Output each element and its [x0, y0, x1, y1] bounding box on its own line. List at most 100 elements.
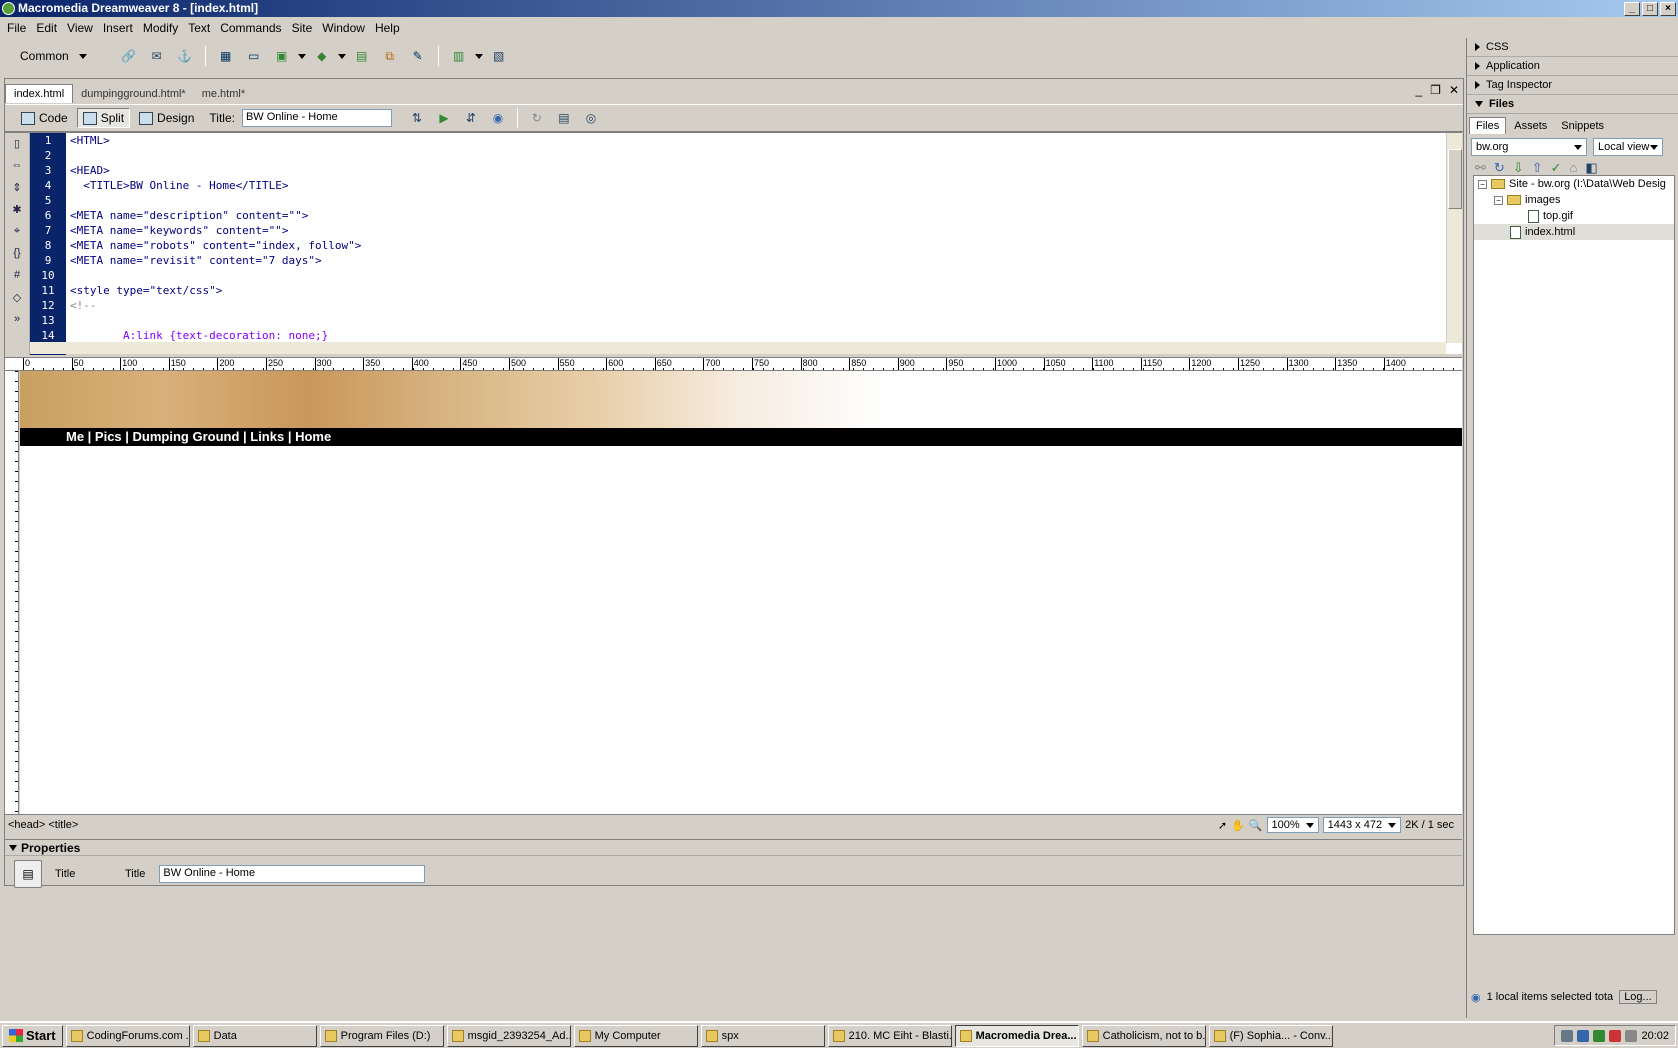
connect-icon[interactable]: ⚯ [1475, 160, 1486, 176]
menu-modify[interactable]: Modify [138, 21, 183, 35]
collapse-tag-icon[interactable]: ⇔ [8, 159, 26, 177]
design-view-button[interactable]: Design [133, 108, 200, 128]
taskbar-item[interactable]: Program Files (D:) [319, 1024, 444, 1047]
balance-braces-icon[interactable]: {} [8, 247, 26, 265]
maximize-button[interactable]: □ [1642, 2, 1658, 16]
code-view-button[interactable]: Code [15, 108, 74, 128]
taskbar-item[interactable]: spx [700, 1024, 825, 1047]
taskbar-item[interactable]: Catholicism, not to b... [1081, 1024, 1206, 1047]
design-pane[interactable]: Me | Pics | Dumping Ground | Links | Hom… [20, 371, 1462, 814]
scroll-thumb[interactable] [1448, 149, 1462, 209]
zoom-tool-icon[interactable]: 🔍 [1249, 819, 1263, 832]
highlight-invalid-icon[interactable]: ◇ [8, 291, 26, 309]
check-in-icon[interactable]: ⌂ [1570, 160, 1578, 176]
tab-snippets[interactable]: Snippets [1555, 118, 1610, 134]
expand-panel-icon[interactable]: ◧ [1585, 160, 1597, 176]
panel-tag-inspector[interactable]: Tag Inspector [1467, 76, 1678, 95]
tab-index-html[interactable]: index.html [5, 84, 74, 103]
refresh-icon[interactable]: ↻ [528, 109, 546, 127]
doc-restore-icon[interactable]: ❐ [1430, 83, 1441, 97]
zoom-select[interactable]: 100% [1266, 817, 1319, 833]
menu-text[interactable]: Text [183, 21, 215, 35]
split-view-button[interactable]: Split [76, 108, 131, 128]
view-options-icon[interactable]: ▤ [555, 109, 573, 127]
panel-application[interactable]: Application [1467, 57, 1678, 76]
navigation-links[interactable]: Me | Pics | Dumping Ground | Links | Hom… [66, 429, 331, 444]
taskbar-item[interactable]: 210. MC Eiht - Blasti... [827, 1024, 952, 1047]
hyperlink-icon[interactable]: 🔗 [120, 47, 138, 65]
tab-assets[interactable]: Assets [1508, 118, 1553, 134]
visual-aids-icon[interactable]: ◎ [582, 109, 600, 127]
index-html-node[interactable]: index.html [1474, 224, 1674, 240]
server-include-icon[interactable]: ⧉ [381, 47, 399, 65]
preview-browser-icon[interactable]: ▶ [435, 109, 453, 127]
taskbar-item[interactable]: My Computer [573, 1024, 698, 1047]
property-title-input[interactable]: BW Online - Home [159, 865, 426, 883]
check-out-icon[interactable]: ✓ [1551, 160, 1562, 176]
minimize-button[interactable]: _ [1624, 2, 1640, 16]
taskbar-item[interactable]: msgid_2393254_Ad... [446, 1024, 571, 1047]
document-title-input[interactable]: BW Online - Home [241, 109, 392, 127]
code-pane[interactable]: ▯ ⇔ ⇕ ✱ ⌖ {} # ◇ » 1 2 3 4 5 6 7 8 9 10 … [5, 132, 1462, 355]
start-button[interactable]: Start [2, 1024, 63, 1047]
expand-all-icon[interactable]: ✱ [8, 203, 26, 221]
antivirus-icon[interactable] [1593, 1029, 1606, 1042]
menu-view[interactable]: View [62, 21, 98, 35]
chevron-down-icon[interactable] [337, 53, 346, 59]
close-button[interactable]: × [1660, 2, 1676, 16]
tab-me-html[interactable]: me.html* [194, 85, 253, 103]
browser-check-icon[interactable]: ◉ [489, 109, 507, 127]
collapse-node-icon[interactable]: − [1494, 195, 1503, 205]
collapse-node-icon[interactable]: − [1478, 179, 1487, 189]
site-select[interactable]: bw.org [1471, 138, 1587, 156]
site-navigation[interactable]: Me | Pics | Dumping Ground | Links | Hom… [20, 428, 1462, 446]
menu-help[interactable]: Help [370, 21, 405, 35]
menu-file[interactable]: File [2, 21, 31, 35]
template-icon[interactable]: ▧ [490, 47, 508, 65]
alert-icon[interactable] [1609, 1029, 1622, 1042]
file-management-icon[interactable]: ⇅ [408, 109, 426, 127]
doc-minimize-icon[interactable]: _ [1415, 83, 1422, 97]
menu-insert[interactable]: Insert [98, 21, 138, 35]
chevron-down-icon[interactable] [474, 53, 483, 59]
media-icon[interactable]: ◆ [313, 47, 331, 65]
more-options-icon[interactable]: » [8, 313, 26, 331]
collapse-selection-icon[interactable]: ⇕ [8, 181, 26, 199]
insert-category-dropdown[interactable]: Common [14, 47, 93, 65]
pointer-tool-icon[interactable]: ➚ [1218, 819, 1227, 832]
top-gif-node[interactable]: top.gif [1474, 208, 1674, 224]
refresh-icon[interactable]: ↻ [1494, 160, 1505, 176]
log-button[interactable]: Log... [1619, 990, 1657, 1004]
taskbar-item[interactable]: (F) Sophia... - Conv... [1208, 1024, 1333, 1047]
view-select[interactable]: Local view [1593, 138, 1663, 156]
code-vertical-scrollbar[interactable] [1446, 133, 1462, 343]
date-icon[interactable]: ▤ [353, 47, 371, 65]
code-horizontal-scrollbar[interactable] [30, 342, 1446, 354]
menu-edit[interactable]: Edit [31, 21, 62, 35]
panel-css[interactable]: CSS [1467, 38, 1678, 57]
taskbar-item-active[interactable]: Macromedia Drea... [954, 1024, 1079, 1047]
taskbar-item[interactable]: CodingForums.com ... [65, 1024, 190, 1047]
tab-dumpingground-html[interactable]: dumpingground.html* [73, 85, 194, 103]
head-icon[interactable]: ▥ [450, 47, 468, 65]
tag-selector[interactable]: <head> <title> [8, 819, 78, 831]
comment-icon[interactable]: ✎ [409, 47, 427, 65]
select-parent-tag-icon[interactable]: ⌖ [8, 225, 26, 243]
collapse-icon[interactable] [9, 844, 17, 851]
site-root-node[interactable]: − Site - bw.org (I:\Data\Web Desig [1474, 176, 1674, 192]
menu-site[interactable]: Site [287, 21, 318, 35]
window-size-select[interactable]: 1443 x 472 [1322, 817, 1402, 833]
menu-window[interactable]: Window [317, 21, 370, 35]
image-icon[interactable]: ▣ [273, 47, 291, 65]
open-documents-icon[interactable]: ▯ [8, 137, 26, 155]
taskbar-item[interactable]: Data [192, 1024, 317, 1047]
volume-icon[interactable] [1625, 1029, 1638, 1042]
named-anchor-icon[interactable]: ⚓ [176, 47, 194, 65]
tab-files[interactable]: Files [1469, 117, 1507, 134]
table-icon[interactable]: ▦ [217, 47, 235, 65]
chevron-down-icon[interactable] [297, 53, 306, 59]
menu-commands[interactable]: Commands [215, 21, 286, 35]
network-icon[interactable] [1561, 1029, 1574, 1042]
code-editor[interactable]: <HTML> <HEAD> <TITLE>BW Online - Home</T… [70, 133, 1350, 343]
panel-files[interactable]: Files [1467, 95, 1678, 114]
